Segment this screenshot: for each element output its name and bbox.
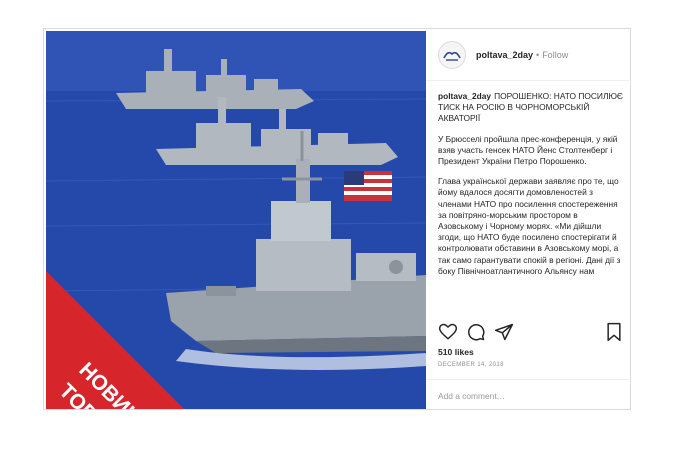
comment-box <box>426 379 632 411</box>
likes-count[interactable]: 510 likes <box>438 347 474 357</box>
caption-username[interactable]: poltava_2day <box>438 91 491 101</box>
post-header: poltava_2day • Follow <box>426 29 632 81</box>
username-link[interactable]: poltava_2day <box>476 50 533 60</box>
avatar-logo-icon <box>443 51 461 61</box>
separator-dot: • <box>536 49 540 60</box>
caption-area: poltava_2day ПОРОШЕНКО: НАТО ПОСИЛЮЄ ТИСК… <box>438 91 624 313</box>
post-sidebar: poltava_2day • Follow poltava_2day ПОРОШЕ… <box>426 29 632 411</box>
comment-icon[interactable] <box>466 322 486 342</box>
follow-button[interactable]: Follow <box>542 50 568 60</box>
share-icon[interactable] <box>494 322 514 342</box>
flag-icon <box>344 171 392 201</box>
post-date: DECEMBER 14, 2018 <box>438 362 504 368</box>
heart-icon[interactable] <box>438 322 458 342</box>
avatar[interactable] <box>438 40 466 69</box>
warships-photo: НОВИНА TODAY <box>46 31 426 409</box>
post-image[interactable]: НОВИНА TODAY <box>46 31 426 409</box>
action-bar <box>438 321 624 343</box>
caption-paragraph-2: Глава української держави заявляє про те… <box>438 176 621 276</box>
comment-input[interactable] <box>438 390 618 401</box>
instagram-post-card: НОВИНА TODAY poltava_2day • Follow polta… <box>43 28 632 411</box>
bookmark-icon[interactable] <box>604 322 624 342</box>
caption-paragraph-1: У Брюсселі пройшла прес-конференція, у я… <box>438 133 618 167</box>
caption-headline-paragraph: poltava_2day ПОРОШЕНКО: НАТО ПОСИЛЮЄ ТИСК… <box>438 91 624 125</box>
